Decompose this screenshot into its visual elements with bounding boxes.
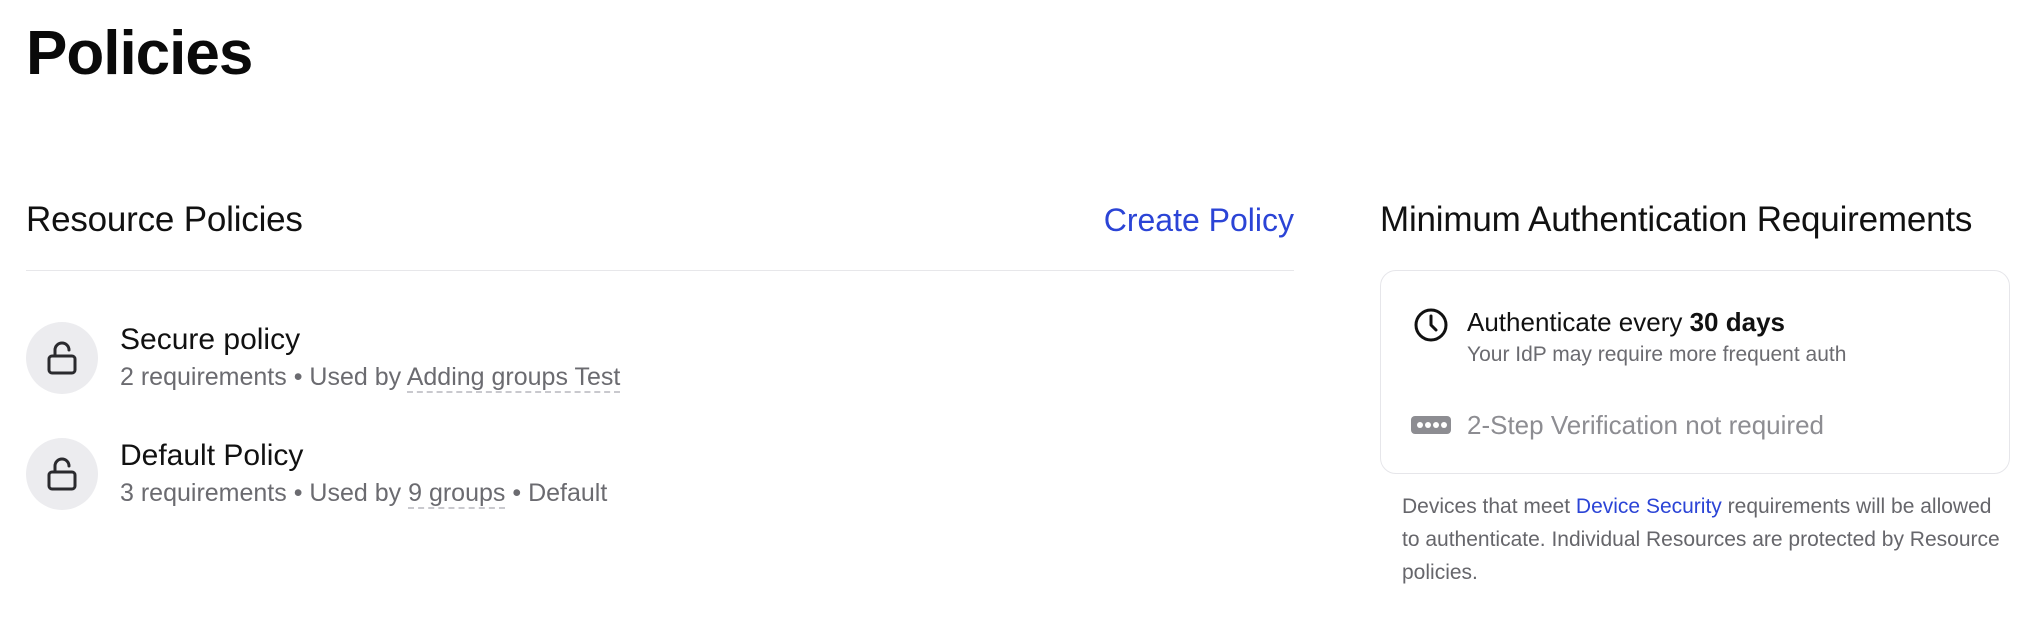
two-step-status: 2-Step Verification not required	[1467, 410, 1824, 440]
auth-frequency-period: 30 days	[1689, 307, 1785, 337]
policy-name: Default Policy	[120, 439, 304, 472]
two-step-row: 2-Step Verification not required	[1411, 405, 1824, 445]
policy-requirements: 3 requirements	[120, 479, 287, 507]
used-by-groups-link[interactable]: Adding groups Test	[406, 363, 621, 393]
section-divider	[26, 270, 1294, 271]
policy-name: Secure policy	[120, 323, 301, 356]
meta-separator: •	[293, 363, 303, 391]
page-title: Policies	[26, 19, 253, 88]
lock-open-icon	[26, 322, 98, 394]
min-auth-card: Authenticate every 30 days Your IdP may …	[1380, 270, 2010, 474]
policy-meta: 3 requirements • Used by 9 groups • Defa…	[120, 475, 607, 511]
used-by-prefix: Used by	[309, 479, 402, 507]
auth-frequency-title: Authenticate every 30 days	[1467, 305, 1846, 339]
policy-item-secure-policy[interactable]: Secure policy 2 requirements • Used by A…	[26, 320, 1294, 396]
lock-open-icon	[26, 438, 98, 510]
resource-policies-title: Resource Policies	[26, 200, 303, 239]
auth-frequency-row: Authenticate every 30 days Your IdP may …	[1411, 305, 1846, 371]
note-text-before: Devices that meet	[1402, 495, 1571, 518]
password-dots-icon	[1411, 405, 1451, 445]
default-badge: Default	[528, 479, 608, 507]
device-security-link[interactable]: Device Security	[1576, 495, 1722, 518]
policy-requirements: 2 requirements	[120, 363, 287, 391]
policy-text: Secure policy 2 requirements • Used by A…	[120, 321, 621, 395]
used-by-prefix: Used by	[309, 363, 402, 391]
device-security-note: Devices that meet Device Security requir…	[1402, 490, 2002, 589]
auth-frequency-text: Authenticate every 30 days Your IdP may …	[1467, 305, 1846, 371]
policy-item-default-policy[interactable]: Default Policy 3 requirements • Used by …	[26, 436, 1294, 512]
policy-meta: 2 requirements • Used by Adding groups T…	[120, 359, 621, 395]
create-policy-link[interactable]: Create Policy	[1104, 202, 1294, 239]
used-by-groups-link[interactable]: 9 groups	[408, 479, 506, 509]
clock-icon	[1411, 305, 1451, 345]
meta-separator: •	[512, 479, 522, 507]
two-step-text: 2-Step Verification not required	[1467, 408, 1824, 442]
resource-policies-header: Resource Policies Create Policy	[26, 196, 1294, 244]
meta-separator: •	[293, 479, 303, 507]
min-auth-header: Minimum Authentication Requirements	[1380, 196, 2020, 244]
auth-frequency-subtitle: Your IdP may require more frequent auth	[1467, 343, 1847, 366]
auth-frequency-prefix: Authenticate every	[1467, 307, 1683, 337]
min-auth-title: Minimum Authentication Requirements	[1380, 200, 1973, 239]
policy-text: Default Policy 3 requirements • Used by …	[120, 437, 607, 511]
